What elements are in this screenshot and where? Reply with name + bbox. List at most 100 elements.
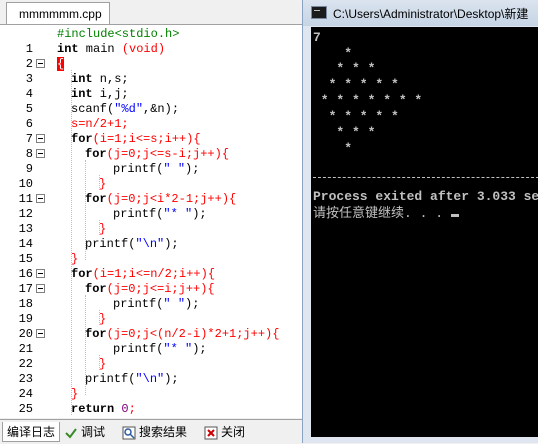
console-separator [313, 177, 538, 178]
code-line: 4 int n,s; [0, 72, 302, 101]
console-output-line: * [313, 46, 353, 61]
code-text: printf( [113, 207, 164, 221]
code-text: ); [164, 237, 179, 251]
fold-toggle-icon[interactable] [36, 134, 45, 143]
tab-debug[interactable]: 调试 [60, 422, 109, 442]
operator-text: } [99, 177, 107, 191]
console-screen[interactable]: 7 * * * * * * * * * * * * * * * * * * * … [311, 27, 538, 437]
console-output-line: * * * * * [313, 77, 399, 92]
code-line: 18 for(j=0;j<=i;j++){ [0, 282, 302, 311]
preprocessor-directive: #include<stdio.h> [57, 27, 180, 41]
code-text: ); [192, 207, 207, 221]
code-line: 5 int i,j; [0, 87, 302, 116]
fold-toggle-icon[interactable] [36, 59, 45, 68]
keyword: return [71, 402, 115, 416]
code-text: printf( [85, 372, 136, 386]
string-literal: "* " [163, 207, 193, 221]
fold-toggle-icon[interactable] [36, 329, 45, 338]
keyword: for [85, 282, 107, 296]
keyword: int [71, 87, 93, 101]
console-titlebar[interactable]: C:\Users\Administrator\Desktop\新建 [303, 0, 538, 26]
code-line: 9 for(j=0;j<=s-i;j++){ [0, 147, 302, 176]
code-line: 16 } [0, 252, 302, 281]
keyword: for [85, 327, 107, 341]
string-literal: "\n" [135, 237, 165, 251]
operator-text: } [71, 387, 79, 401]
keyword: int [57, 42, 79, 56]
console-output-line: * * * [313, 125, 376, 140]
code-line: 10 printf(" "); [0, 162, 302, 191]
console-input-echo: 7 [313, 30, 321, 45]
operator-text: s=n/2+1; [71, 117, 129, 131]
code-line: 2 int main (void) [0, 42, 302, 71]
line-number: 26 [0, 417, 33, 418]
keyword: for [71, 267, 93, 281]
console-output-line: * * * * * [313, 109, 399, 124]
fold-toggle-icon[interactable] [36, 284, 45, 293]
bottom-panel-tabs: 编译日志 调试 搜索结果 关闭 [0, 419, 302, 444]
console-app-icon [311, 6, 327, 19]
code-line: 17 for(i=1;i<=n/2;i++){ [0, 267, 302, 296]
operator-text: } [99, 312, 107, 326]
code-line: 20 } [0, 312, 302, 341]
tab-search-results[interactable]: 搜索结果 [118, 422, 191, 442]
code-text: ,&n); [143, 102, 180, 116]
code-area[interactable]: 1 #include<stdio.h> 2 int main (void) 3 … [0, 25, 302, 418]
console-window[interactable]: C:\Users\Administrator\Desktop\新建 7 * * … [302, 0, 538, 443]
code-line: 1 #include<stdio.h> [0, 27, 302, 56]
search-icon [122, 426, 136, 440]
code-line: 21 for(j=0;j<(n/2-i)*2+1;j++){ [0, 327, 302, 356]
operator-text: ; [128, 402, 136, 416]
tab-close[interactable]: 关闭 [200, 422, 249, 442]
tab-compile-log-label: 编译日志 [7, 425, 56, 439]
file-tab[interactable]: mmmmmm.cpp [6, 2, 110, 24]
tab-search-results-label: 搜索结果 [139, 425, 188, 439]
code-line: 13 printf("* "); [0, 207, 302, 236]
code-line: 23 } [0, 357, 302, 386]
code-text: printf( [113, 162, 164, 176]
code-text: printf( [85, 237, 136, 251]
operator-text: (j=0;j<i*2-1;j++){ [106, 192, 237, 206]
operator-text: } [99, 357, 107, 371]
string-literal: " " [163, 162, 186, 176]
code-line: 8 for(i=1;i<=s;i++){ [0, 132, 302, 161]
tab-debug-label: 调试 [81, 425, 106, 439]
console-output-line: * [313, 141, 353, 156]
fold-toggle-icon[interactable] [36, 269, 45, 278]
operator-text: (j=0;j<(n/2-i)*2+1;j++){ [106, 327, 280, 341]
code-line: 19 printf(" "); [0, 297, 302, 326]
editor-tab-bar: mmmmmm.cpp [0, 0, 302, 25]
code-text: n,s; [92, 72, 129, 86]
operator-text: (i=1;i<=n/2;i++){ [92, 267, 216, 281]
operator-text: (void) [121, 42, 166, 56]
code-line: 25 } [0, 387, 302, 416]
operator-text: (j=0;j<=s-i;j++){ [106, 147, 230, 161]
console-output-line: * * * [313, 61, 376, 76]
operator-text: } [99, 222, 107, 236]
keyword: for [85, 192, 107, 206]
string-literal: " " [163, 297, 186, 311]
code-text: ); [185, 297, 200, 311]
code-line: 24 printf("\n"); [0, 372, 302, 401]
text-cursor [450, 214, 459, 217]
code-line: 11 } [0, 177, 302, 206]
fold-toggle-icon[interactable] [36, 149, 45, 158]
keyword: for [71, 132, 93, 146]
string-literal: "\n" [135, 372, 165, 386]
tab-compile-log[interactable]: 编译日志 [2, 422, 61, 442]
matched-brace: { [57, 57, 65, 71]
code-text: printf( [113, 342, 164, 356]
process-exit-message: Process exited after 3.033 se [313, 189, 538, 204]
fold-toggle-icon[interactable] [36, 194, 45, 203]
code-text: ); [164, 372, 179, 386]
keyword: for [85, 147, 107, 161]
code-line: 6 scanf("%d",&n); [0, 102, 302, 131]
keyword: int [71, 72, 93, 86]
string-literal: "%d" [114, 102, 144, 116]
press-any-key-text: 请按任意键继续. . . [313, 206, 451, 221]
operator-text: (i=1;i<=s;i++){ [92, 132, 201, 146]
code-line: 12 for(j=0;j<i*2-1;j++){ [0, 192, 302, 221]
press-any-key-line: 请按任意键继续. . . [313, 207, 459, 220]
code-text: i,j; [92, 87, 129, 101]
code-line: 22 printf("* "); [0, 342, 302, 371]
